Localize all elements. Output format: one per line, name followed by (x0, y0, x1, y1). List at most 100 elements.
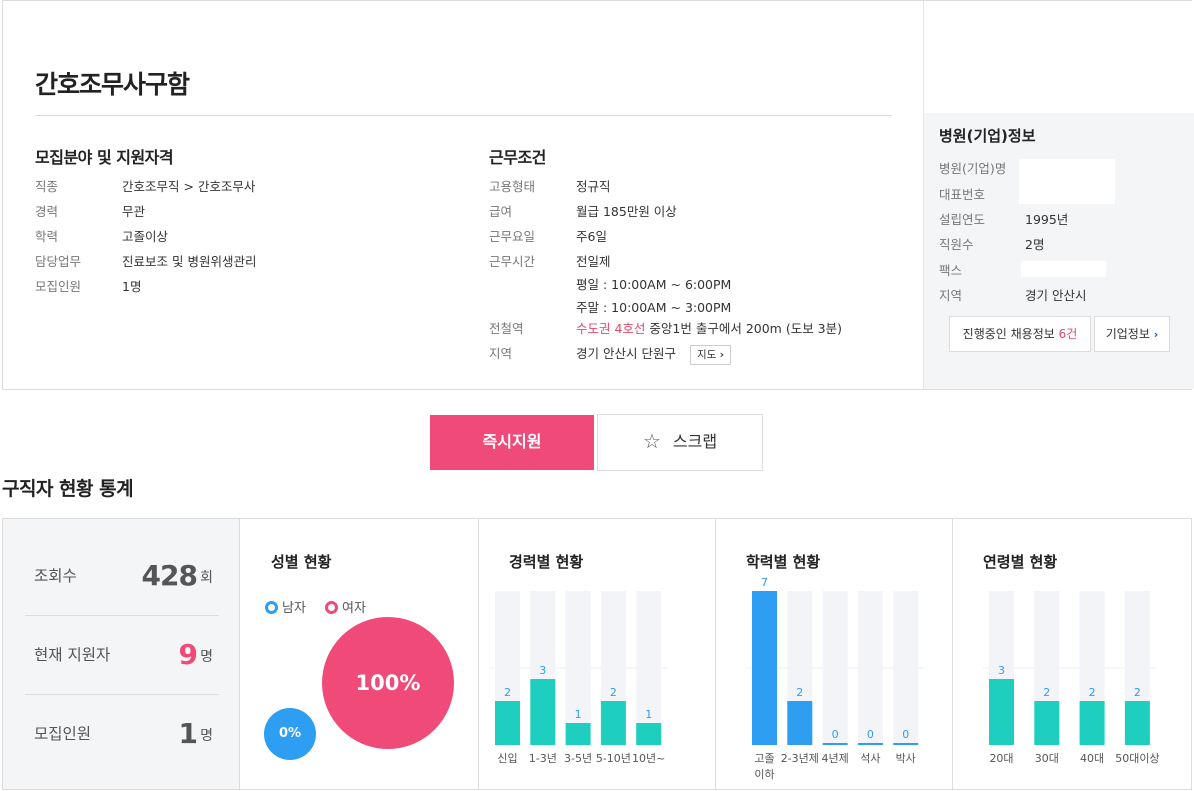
company-info-button-label: 기업정보 (1105, 327, 1150, 341)
bar (1124, 701, 1150, 745)
legend-female-marker (325, 601, 338, 614)
age-chart: 3 20대 2 30대 2 40대 2 50대이상 (983, 591, 1160, 765)
summary-unit: 회 (200, 570, 213, 586)
company-logo-area (924, 1, 1194, 113)
bar-track (822, 591, 848, 745)
qualification-value: 간호조무직 > 간호조무사 (122, 179, 256, 194)
qualification-link[interactable]: 무관 (122, 199, 145, 224)
gender-title: 성별 현황 (271, 553, 332, 571)
ongoing-jobs-label: 진행중인 채용정보 (962, 327, 1055, 341)
qualification-section: 모집분야 및 지원자격 직종 간호조무직 > 간호조무사 경력 무관 학력 고졸이상 담당업… (35, 144, 455, 314)
bar-value-label: 0 (902, 728, 909, 741)
age-panel: 연령별 현황 3 20대 2 30대 2 40대 2 50대이상 (953, 519, 1191, 789)
summary-label: 조회수 (34, 567, 77, 585)
summary-value: 428 (141, 559, 198, 592)
qualification-value: 1명 (122, 279, 142, 294)
gender-panel: 성별 현황 남자 여자 100% 0% (241, 519, 479, 789)
bar (787, 701, 813, 745)
category-label: 4년제 (821, 752, 848, 765)
bar (1034, 701, 1060, 745)
bar (600, 701, 626, 745)
chevron-right-icon: › (1153, 328, 1159, 341)
scrap-button[interactable]: ☆ 스크랩 (597, 414, 763, 471)
company-info-body: 병원(기업)정보 병원(기업)명 대표번호 설립연도 1995년 직원수 2명 … (924, 113, 1194, 389)
fax-redacted-box (1021, 261, 1106, 277)
qualification-value: 진료보조 및 병원위생관리 (122, 254, 257, 269)
conditions-title: 근무조건 (489, 148, 546, 167)
company-phone-key: 대표번호 (939, 187, 986, 202)
category-label: 10년~ (632, 752, 665, 765)
category-label: 5-10년 (596, 752, 631, 765)
bar-value-label: 2 (504, 686, 511, 699)
chevron-right-icon: › (719, 347, 725, 361)
qualification-link[interactable]: 고졸이상 (122, 224, 168, 249)
bar (530, 679, 556, 745)
bar-track (636, 591, 662, 745)
hours-weekday: 평일 : 10:00AM ~ 6:00PM (576, 277, 732, 292)
employment-type-key: 고용형태 (489, 179, 536, 194)
bar-track (893, 591, 919, 745)
days-value: 주6일 (576, 229, 607, 244)
subway-detail: 중앙1번 출구에서 200m (도보 3분) (649, 321, 843, 336)
apply-now-button[interactable]: 즉시지원 (430, 415, 594, 470)
job-title: 간호조무사구함 (35, 70, 190, 99)
bar-value-label: 2 (796, 686, 803, 699)
company-founded-value: 1995년 (1025, 212, 1069, 227)
education-chart: 7 고졸이하 2 2-3년제 0 4년제 0 석사 0 박사 (746, 576, 925, 781)
bar-value-label: 0 (832, 728, 839, 741)
bar (822, 743, 848, 745)
map-button[interactable]: 지도 › (689, 344, 732, 365)
qualification-key: 직종 (35, 179, 59, 194)
bar-value-label: 0 (867, 728, 874, 741)
bar (495, 701, 520, 745)
bar-value-label: 3 (998, 664, 1005, 677)
ongoing-jobs-count: 6건 (1058, 327, 1078, 341)
education-panel: 학력별 현황 7 고졸 이하 2 2-3년제 0 4년제 0 석사 0 박사 (716, 519, 953, 789)
male-ratio-circle: 0% (264, 708, 316, 760)
category-label: 1-3년 (529, 752, 557, 765)
career-panel: 경력별 현황 2 신입 3 1-3년 1 3-5년 2 5-10년 1 10년~ (479, 519, 716, 789)
map-button-label: 지도 (696, 348, 717, 361)
category-label: 석사 (860, 752, 880, 765)
hours-key: 근무시간 (489, 254, 536, 269)
bar-track (857, 591, 883, 745)
summary-row: 모집인원 1 명 (25, 695, 219, 773)
company-region-key: 지역 (939, 288, 963, 303)
subway-line: 수도권 4호선 (576, 321, 646, 336)
region-value: 경기 안산시 단원구 (576, 346, 676, 361)
bar-value-label: 1 (575, 708, 582, 721)
applicant-stats-panel: 조회수 428 회 현재 지원자 9 명 모집인원 1 명 성별 현황 남자 여자 100% 0… (2, 518, 1192, 790)
company-info-panel: 병원(기업)정보 병원(기업)명 대표번호 설립연도 1995년 직원수 2명 … (923, 1, 1194, 389)
legend-male-marker (265, 601, 278, 614)
title-divider (35, 115, 892, 116)
company-region-value: 경기 안산시 (1025, 288, 1087, 303)
bar-value-label: 2 (1134, 686, 1141, 699)
days-key: 근무요일 (489, 229, 536, 244)
category-label: 2-3년제 (781, 752, 819, 765)
bar-value-label: 2 (610, 686, 617, 699)
category-label: 40대 (1080, 752, 1104, 765)
company-info-title: 병원(기업)정보 (939, 127, 1036, 145)
bar-value-label: 1 (645, 708, 652, 721)
category-label: 신입 (497, 752, 517, 765)
bar (857, 743, 883, 745)
legend-female-label: 여자 (342, 601, 366, 616)
bar (989, 679, 1014, 745)
career-chart: 2 신입 3 1-3년 1 3-5년 2 5-10년 1 10년~ (489, 591, 668, 765)
bar-track (565, 591, 591, 745)
summary-value: 9 (178, 638, 199, 671)
bar-value-label: 2 (1089, 686, 1096, 699)
summary-value: 1 (178, 717, 199, 750)
legend-male: 남자 (265, 597, 306, 616)
summary-label: 현재 지원자 (34, 646, 111, 664)
company-info-button[interactable]: 기업정보 › (1094, 316, 1170, 352)
company-fax-key: 팩스 (939, 263, 963, 278)
ongoing-jobs-button[interactable]: 진행중인 채용정보 6건 (949, 316, 1091, 352)
employment-type-link[interactable]: 정규직 (576, 174, 611, 199)
stats-title: 구직자 현황 통계 (2, 478, 134, 500)
bar (893, 743, 919, 745)
bar (565, 723, 591, 745)
company-name-key: 병원(기업)명 (939, 161, 1007, 176)
qualification-key: 모집인원 (35, 279, 82, 294)
bar (752, 591, 777, 745)
